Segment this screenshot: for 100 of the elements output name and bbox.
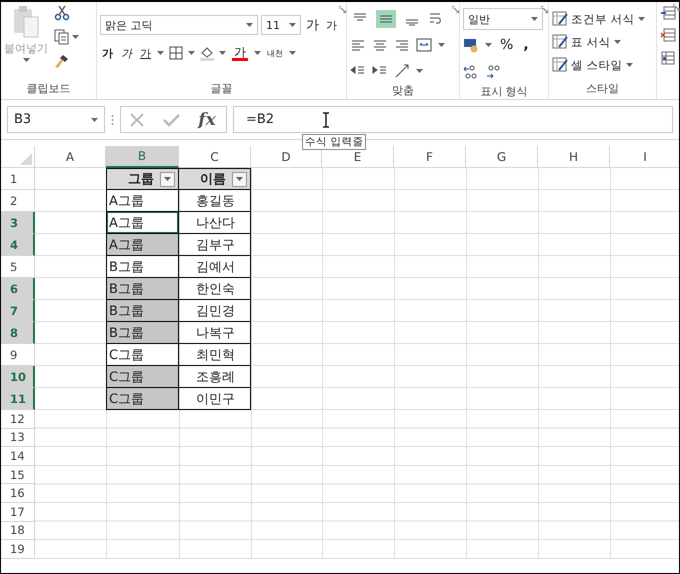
check-icon[interactable] xyxy=(162,112,180,128)
table-cell: 이민구 xyxy=(179,388,251,410)
caret-icon xyxy=(91,118,98,122)
column-header[interactable]: H xyxy=(538,146,610,168)
style-menu-button[interactable]: 셀 스타일 xyxy=(552,54,653,76)
table-cell: 김부구 xyxy=(179,234,251,256)
table-header-cell: 이름 xyxy=(179,168,251,190)
format-cells-icon[interactable] xyxy=(660,50,676,66)
table-cell: 나산다 xyxy=(179,212,251,234)
font-color-button[interactable]: 가 xyxy=(230,44,250,62)
italic-button[interactable]: 가 xyxy=(119,44,134,62)
row-header[interactable]: 3 xyxy=(1,212,35,234)
table-cell: 나복구 xyxy=(179,322,251,344)
column-header[interactable]: A xyxy=(35,146,106,168)
row-header[interactable]: 2 xyxy=(1,190,35,212)
row-header[interactable]: 19 xyxy=(1,540,35,559)
grow-font-button[interactable]: 가 xyxy=(304,15,321,35)
shrink-font-button[interactable]: 가 xyxy=(324,16,339,34)
caret-icon xyxy=(22,58,30,62)
row-header[interactable]: 17 xyxy=(1,502,35,522)
font-name-combo[interactable]: 맑은 고딕 xyxy=(100,15,258,35)
decrease-decimal-icon[interactable] xyxy=(485,64,501,80)
row-header[interactable]: 13 xyxy=(1,428,35,448)
scissors-icon[interactable] xyxy=(54,5,70,21)
phonetic-guide-button[interactable]: 내천 xyxy=(265,46,285,60)
table-brush-icon xyxy=(552,34,568,50)
style-menu-button[interactable]: 조건부 서식 xyxy=(552,8,653,30)
column-header[interactable]: C xyxy=(179,146,251,168)
row-header[interactable]: 12 xyxy=(1,410,35,429)
color-bar-icon xyxy=(232,58,248,60)
group-label: 스타일 xyxy=(585,81,620,97)
table-cell: 조흥례 xyxy=(179,366,251,388)
grip-icon xyxy=(111,114,114,126)
row-header[interactable]: 5 xyxy=(1,256,35,278)
row-header[interactable]: 15 xyxy=(1,466,35,484)
caret-icon xyxy=(485,43,492,47)
font-size-combo[interactable]: 11 xyxy=(261,15,301,35)
row-header[interactable]: 8 xyxy=(1,322,35,344)
orientation-icon[interactable] xyxy=(394,63,410,79)
caret-icon xyxy=(638,17,645,21)
column-header[interactable]: I xyxy=(610,146,679,168)
dialog-launcher-icon[interactable] xyxy=(673,4,680,11)
caret-icon xyxy=(289,51,296,55)
row-header[interactable]: 16 xyxy=(1,484,35,503)
caret-icon xyxy=(531,17,538,21)
table-cell: 한인숙 xyxy=(179,278,251,300)
row-header[interactable]: 6 xyxy=(1,278,35,300)
group-label: 글꼴 xyxy=(210,81,234,97)
row-header[interactable]: 7 xyxy=(1,300,35,322)
group-label: 표시 형식 xyxy=(479,84,529,100)
format-painter-icon[interactable] xyxy=(54,53,70,69)
copy-icon[interactable] xyxy=(54,29,70,45)
table-cell: C그룹 xyxy=(106,366,179,388)
row-header[interactable]: 1 xyxy=(1,168,35,190)
caret-icon xyxy=(438,43,445,47)
insert-function-button[interactable]: fx xyxy=(196,108,218,130)
row-header[interactable]: 18 xyxy=(1,522,35,540)
style-menu-button[interactable]: 표 서식 xyxy=(552,31,653,53)
underline-button[interactable]: 가 xyxy=(138,44,153,62)
caret-icon xyxy=(289,23,296,27)
table-cell: 홍길동 xyxy=(179,190,251,212)
caret-icon xyxy=(254,51,261,55)
comma-button[interactable]: , xyxy=(521,36,531,54)
table-brush-icon xyxy=(552,57,568,73)
filter-button[interactable] xyxy=(160,172,175,186)
delete-cells-icon[interactable] xyxy=(660,28,676,44)
table-cell: 김민경 xyxy=(179,300,251,322)
insert-cells-icon[interactable] xyxy=(660,6,676,22)
percent-button[interactable]: % xyxy=(498,36,516,54)
caret-icon xyxy=(626,63,633,67)
name-box[interactable]: B3 xyxy=(7,106,105,133)
column-header[interactable]: B xyxy=(106,146,179,168)
table-cell: C그룹 xyxy=(106,388,179,410)
row-header[interactable]: 9 xyxy=(1,344,35,366)
column-header[interactable]: F xyxy=(394,146,466,168)
column-header[interactable]: D xyxy=(251,146,322,168)
caret-icon xyxy=(219,51,226,55)
column-header[interactable]: E xyxy=(322,146,394,168)
caret-icon xyxy=(157,51,164,55)
filter-button[interactable] xyxy=(232,172,247,186)
group-label: 맞춤 xyxy=(391,83,415,99)
fill-color-icon[interactable] xyxy=(199,45,215,61)
row-header[interactable]: 4 xyxy=(1,234,35,256)
clipboard-icon xyxy=(11,5,41,39)
increase-decimal-icon[interactable] xyxy=(463,64,479,80)
number-format-combo[interactable]: 일반 xyxy=(463,8,543,30)
column-header[interactable]: G xyxy=(466,146,538,168)
table-cell: B그룹 xyxy=(106,300,179,322)
row-header[interactable]: 10 xyxy=(1,366,35,388)
table-cell: B그룹 xyxy=(106,278,179,300)
bold-button[interactable]: 가 xyxy=(100,44,115,62)
group-label: 클립보드 xyxy=(26,81,72,97)
accounting-format-icon[interactable] xyxy=(463,37,479,53)
row-header[interactable]: 14 xyxy=(1,447,35,466)
table-cell: 최민혁 xyxy=(179,344,251,366)
row-header[interactable]: 11 xyxy=(1,388,35,410)
table-cell: B그룹 xyxy=(106,322,179,344)
middle-align-icon[interactable] xyxy=(376,10,396,28)
merge-icon[interactable] xyxy=(416,37,432,53)
borders-icon[interactable] xyxy=(168,45,184,61)
